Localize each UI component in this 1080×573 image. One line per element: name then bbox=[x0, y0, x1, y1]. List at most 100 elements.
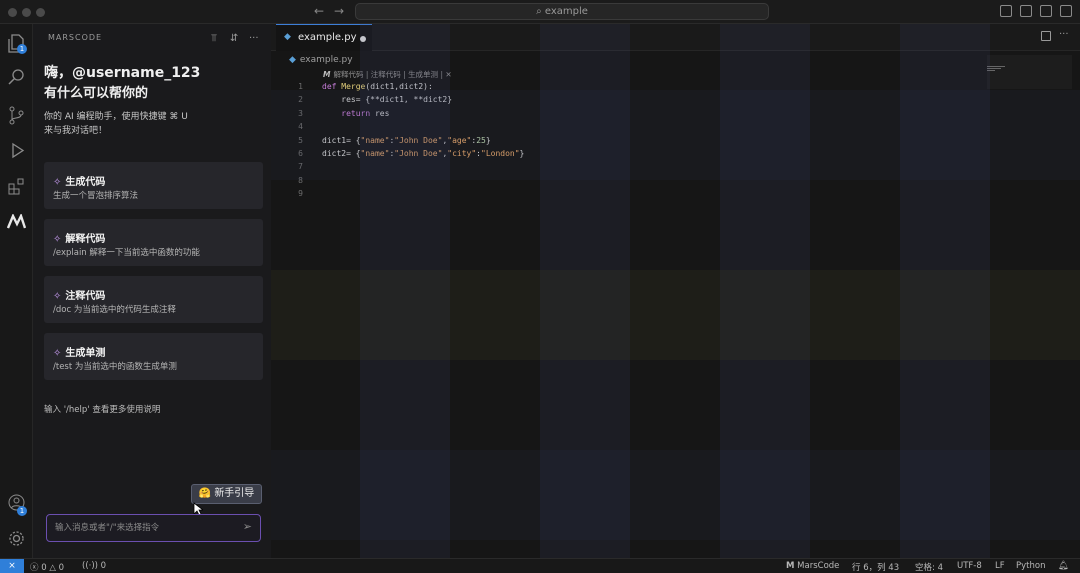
settings-icon[interactable] bbox=[7, 530, 26, 549]
warning-count: 0 bbox=[58, 563, 64, 573]
card-subtitle: 生成一个冒泡排序算法 bbox=[53, 191, 139, 201]
editor-area: ◆ example.py ··· ◆ example.py M 解释代码 | 注释代… bbox=[271, 24, 1080, 558]
code-line: return res bbox=[341, 108, 390, 118]
line-number: 5 bbox=[298, 135, 303, 145]
breadcrumb[interactable]: ◆ example.py bbox=[289, 55, 353, 65]
code-line: dict2= {"name":"John Doe","city":"London… bbox=[322, 149, 525, 159]
source-control-icon[interactable] bbox=[7, 106, 26, 125]
line-number: 6 bbox=[298, 149, 303, 159]
code-line: res= {**dict1, **dict2} bbox=[322, 95, 453, 105]
status-bar: ⨯ ⓧ 0 △ 0 ((·)) 0 M MarsCode 行 6，列 43 空格… bbox=[0, 558, 1080, 573]
search-icon[interactable] bbox=[7, 68, 26, 87]
ports-indicator[interactable]: ((·)) 0 bbox=[82, 561, 106, 571]
ports-count: 0 bbox=[100, 561, 107, 571]
chat-input[interactable] bbox=[55, 521, 225, 535]
command-center-search[interactable]: ⌕ example bbox=[355, 3, 769, 20]
send-icon[interactable]: ➢ bbox=[243, 520, 252, 533]
minimap[interactable] bbox=[987, 66, 1009, 72]
files-badge: 1 bbox=[17, 44, 27, 54]
line-number: 2 bbox=[298, 95, 303, 105]
quick-action-explain-code[interactable]: ✧ 解释代码 /explain 解释一下当前选中函数的功能 bbox=[44, 219, 263, 266]
hugging-face-icon: 🤗 bbox=[198, 488, 212, 499]
chat-input-box[interactable]: ➢ bbox=[46, 514, 261, 542]
unsaved-dot-icon[interactable] bbox=[360, 36, 366, 42]
forward-arrow-icon[interactable]: → bbox=[334, 4, 344, 18]
account-badge: 1 bbox=[17, 506, 27, 516]
card-subtitle: /doc 为当前选中的代码生成注释 bbox=[53, 305, 176, 315]
card-title-text: 生成代码 bbox=[65, 177, 106, 188]
back-arrow-icon[interactable]: ← bbox=[314, 4, 324, 18]
codelens-actions: M 解释代码 | 注释代码 | 生成单测 | ✕ bbox=[323, 70, 452, 79]
close-window-button[interactable] bbox=[8, 8, 17, 17]
command-center-label: example bbox=[544, 6, 588, 17]
language-mode[interactable]: Python bbox=[1016, 561, 1045, 571]
cursor-position[interactable]: 行 6，列 43 bbox=[852, 561, 899, 573]
minimap-slider[interactable] bbox=[987, 55, 1072, 89]
indentation-setting[interactable]: 空格: 4 bbox=[915, 561, 943, 573]
more-actions-icon[interactable]: ··· bbox=[249, 33, 259, 44]
breadcrumb-file: example.py bbox=[299, 55, 353, 65]
intro-text: 你的 AI 编程助手，使用快捷键 ⌘ U 来与我对话吧！ bbox=[44, 112, 188, 136]
sparkle-icon: ✧ bbox=[53, 291, 62, 302]
quick-action-generate-tests[interactable]: ✧ 生成单测 /test 为当前选中的函数生成单测 bbox=[44, 333, 263, 380]
codelens-comment[interactable]: 注释代码 bbox=[371, 70, 401, 79]
new-chat-icon[interactable]: ⫪ bbox=[211, 33, 217, 44]
editor-tab-bar: ◆ example.py ··· bbox=[271, 24, 1080, 51]
guide-button-label: 新手引导 bbox=[214, 488, 255, 499]
extensions-icon[interactable] bbox=[7, 178, 26, 197]
help-hint: 输入 '/help' 查看更多使用说明 bbox=[44, 405, 161, 415]
toggle-panel-icon[interactable] bbox=[1020, 5, 1032, 17]
greeting-subtitle: 有什么可以帮你的 bbox=[44, 86, 149, 101]
marscode-side-panel: MARSCODE ⫪ ⇵ ··· 嗨，@username_123 有什么可以帮你… bbox=[33, 24, 271, 558]
codelens-test[interactable]: 生成单测 bbox=[408, 70, 438, 79]
quick-action-generate-code[interactable]: ✧ 生成代码 生成一个冒泡排序算法 bbox=[44, 162, 263, 209]
toggle-sidebar-icon[interactable] bbox=[1000, 5, 1012, 17]
panel-title: MARSCODE bbox=[48, 33, 103, 42]
encoding-setting[interactable]: UTF-8 bbox=[957, 561, 982, 571]
line-numbers: 1 2 3 4 5 6 7 8 9 bbox=[293, 80, 303, 201]
activity-bar: 1 1 bbox=[0, 24, 33, 558]
split-editor-icon[interactable] bbox=[1041, 31, 1051, 41]
customize-layout-icon[interactable] bbox=[1060, 5, 1072, 17]
title-bar: ← → ⌕ example bbox=[0, 0, 1080, 24]
search-icon: ⌕ bbox=[536, 6, 545, 17]
error-count: 0 bbox=[41, 563, 47, 573]
card-title: ✧ 生成单测 bbox=[53, 344, 105, 359]
more-actions-icon[interactable]: ··· bbox=[1059, 29, 1069, 40]
greeting-title: 嗨，@username_123 bbox=[44, 65, 201, 81]
line-number: 1 bbox=[298, 82, 303, 91]
remote-indicator-icon[interactable]: ⨯ bbox=[0, 559, 24, 573]
tab-example-py[interactable]: ◆ example.py bbox=[276, 24, 372, 51]
history-icon[interactable]: ⇵ bbox=[230, 33, 238, 44]
marscode-status[interactable]: M MarsCode bbox=[786, 561, 839, 571]
marscode-logo-icon: M bbox=[786, 561, 795, 571]
eol-setting[interactable]: LF bbox=[995, 561, 1005, 571]
code-editor[interactable]: def Merge(dict1,dict2): res= {**dict1, *… bbox=[322, 80, 524, 201]
codelens-close-icon[interactable]: ✕ bbox=[445, 70, 451, 79]
quick-action-comment-code[interactable]: ✧ 注释代码 /doc 为当前选中的代码生成注释 bbox=[44, 276, 263, 323]
card-title: ✧ 生成代码 bbox=[53, 173, 105, 188]
sparkle-icon: ✧ bbox=[53, 177, 62, 188]
card-title: ✧ 注释代码 bbox=[53, 287, 105, 302]
card-subtitle: /test 为当前选中的函数生成单测 bbox=[53, 362, 177, 372]
tab-label: example.py bbox=[298, 32, 357, 43]
minimize-window-button[interactable] bbox=[22, 8, 31, 17]
maximize-window-button[interactable] bbox=[36, 8, 45, 17]
card-title-text: 注释代码 bbox=[65, 291, 106, 302]
card-title-text: 生成单测 bbox=[65, 348, 106, 359]
notifications-icon[interactable]: 🔔︎ bbox=[1058, 561, 1069, 571]
codelens-explain[interactable]: 解释代码 bbox=[333, 70, 363, 79]
python-file-icon: ◆ bbox=[284, 32, 291, 42]
sparkle-icon: ✧ bbox=[53, 234, 62, 245]
card-title: ✧ 解释代码 bbox=[53, 230, 105, 245]
line-number: 9 bbox=[298, 189, 303, 199]
marscode-icon[interactable] bbox=[6, 212, 27, 233]
problems-indicator[interactable]: ⓧ 0 △ 0 bbox=[30, 561, 64, 573]
beginner-guide-button[interactable]: 🤗 新手引导 bbox=[191, 484, 262, 504]
code-line: def Merge(dict1,dict2): bbox=[322, 82, 433, 91]
code-line: dict1= {"name":"John Doe","age":25} bbox=[322, 135, 491, 145]
toggle-secondary-sidebar-icon[interactable] bbox=[1040, 5, 1052, 17]
run-debug-icon[interactable] bbox=[7, 142, 26, 161]
